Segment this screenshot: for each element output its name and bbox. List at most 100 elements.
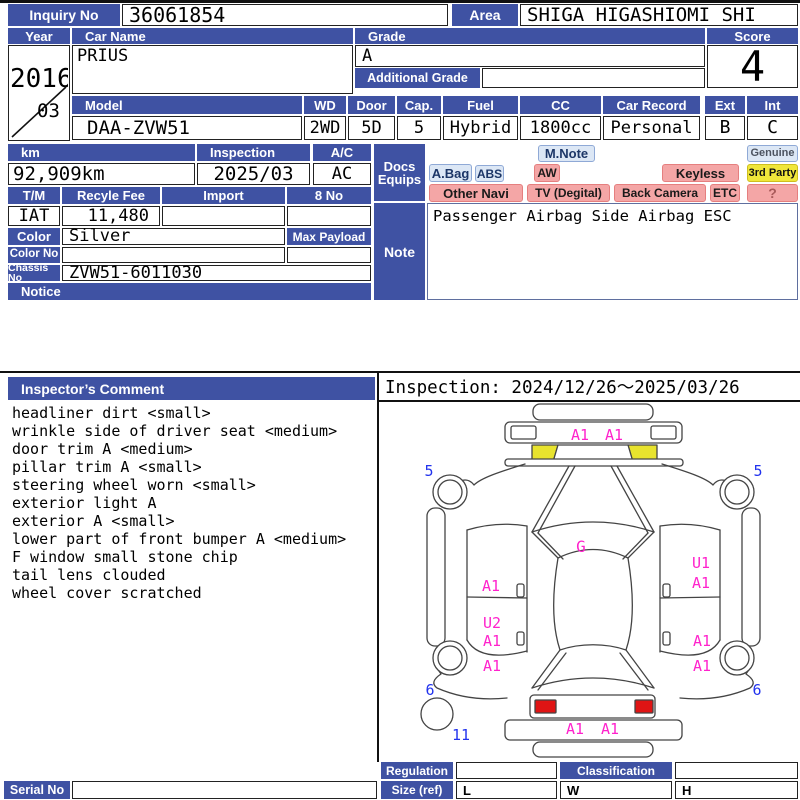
c-pillar-right	[616, 465, 655, 533]
spare-number-label: 11	[452, 726, 470, 744]
auction-sheet: Inquiry No 36061854 Area SHIGA HIGASHIOM…	[0, 0, 800, 800]
model-label: Model	[72, 96, 302, 114]
inspection-value: 2025/03	[197, 163, 310, 185]
glass-band-left	[531, 531, 559, 559]
ext-label: Ext	[705, 96, 745, 114]
comment-line: door trim A <medium>	[12, 440, 193, 458]
right-door-top	[659, 523, 721, 531]
badge-other-navi: Other Navi	[429, 184, 523, 202]
comment-line: lower part of front bumper A <medium>	[12, 530, 347, 548]
size-h-value: H	[675, 781, 798, 799]
area-value: SHIGA HIGASHIOMI SHI	[520, 4, 798, 26]
wheel-number-label: 5	[753, 462, 762, 480]
inspector-comment-list: headliner dirt <small> wrinkle side of d…	[12, 404, 374, 602]
tm-value: IAT	[8, 206, 60, 226]
badge-tv-digital: TV (Degital)	[527, 184, 610, 202]
rear-lamp-left	[510, 425, 537, 440]
chassis-no-value: ZVW51-6011030	[62, 264, 371, 281]
side-sill-left	[426, 507, 446, 647]
damage-label: A1	[483, 632, 501, 650]
note-value: Passenger Airbag Side Airbag ESC	[427, 203, 798, 300]
max-payload-label: Max Payload	[287, 228, 371, 245]
glass-band-bottom	[557, 548, 629, 559]
cc-label: CC	[520, 96, 601, 114]
wheel-number-label: 5	[424, 462, 433, 480]
score-value: 4	[707, 45, 798, 88]
door-value: 5D	[348, 116, 395, 140]
year-value: 2016	[10, 64, 68, 94]
badge-keyless: Keyless	[662, 164, 739, 182]
door-label: Door	[348, 96, 395, 114]
serial-no-label: Serial No	[4, 781, 70, 799]
comment-line: steering wheel worn <small>	[12, 476, 256, 494]
area-label: Area	[452, 4, 518, 26]
inquiry-no-value: 36061854	[122, 4, 448, 26]
classification-value	[675, 762, 798, 779]
front-bumper	[504, 719, 683, 741]
hood-arc	[531, 677, 655, 689]
comment-line: exterior light A	[12, 494, 157, 512]
chassis-no-label: Chassis No	[8, 262, 60, 283]
year-month-graphic: 2016 03	[10, 64, 68, 138]
damage-label: A1	[693, 632, 711, 650]
serial-no-value	[72, 781, 377, 799]
eight-no-value	[287, 206, 371, 226]
ext-value: B	[705, 116, 745, 140]
cap-label: Cap.	[397, 96, 441, 114]
grade-label: Grade	[355, 28, 705, 44]
wheel-bottom-right-inner	[724, 645, 750, 671]
damage-label: G	[576, 537, 586, 556]
side-sill-right	[741, 507, 761, 647]
car-name-value: PRIUS	[72, 45, 353, 94]
wd-label: WD	[304, 96, 346, 114]
badge-unknown: ?	[747, 184, 798, 202]
additional-grade-label: Additional Grade	[355, 68, 480, 88]
fuel-value: Hybrid	[443, 116, 518, 140]
model-value: DAA-ZVW51	[72, 116, 302, 140]
cap-value: 5	[397, 116, 441, 140]
rear-lamp-right	[650, 425, 677, 440]
year-cell: 2016 03	[8, 45, 70, 141]
year-label: Year	[8, 28, 70, 44]
wheel-number-label: 6	[425, 681, 434, 699]
wheel-top-right-inner	[724, 479, 750, 505]
inquiry-no-label: Inquiry No	[8, 4, 120, 26]
damage-label: A1	[483, 657, 501, 675]
classification-label: Classification	[560, 762, 672, 779]
top-border	[0, 0, 800, 3]
damage-label: A1	[601, 720, 619, 738]
right-door-handle-rear	[662, 631, 671, 646]
color-no-label: Color No	[8, 247, 60, 263]
comment-line: F window small stone chip	[12, 548, 238, 566]
import-value	[162, 206, 285, 226]
docs-label: Docs	[383, 158, 416, 174]
comment-line: wrinkle side of driver seat <medium>	[12, 422, 338, 440]
badge-etc: ETC	[710, 184, 740, 202]
color-label: Color	[8, 228, 60, 245]
size-l-value: L	[456, 781, 557, 799]
color-no-value	[62, 247, 285, 263]
size-ref-label: Size (ref)	[381, 781, 453, 799]
inspection-range: Inspection: 2024/12/26～2025/03/26	[385, 377, 740, 398]
int-value: C	[747, 116, 798, 140]
car-name-label: Car Name	[72, 28, 353, 44]
left-door-handle-front	[516, 583, 525, 598]
fuel-label: Fuel	[443, 96, 518, 114]
headlamp-highlight-left	[534, 699, 557, 714]
badge-back-camera: Back Camera	[614, 184, 706, 202]
car-record-label: Car Record	[603, 96, 700, 114]
additional-grade-value	[482, 68, 705, 88]
left-door-top	[466, 523, 528, 531]
badge-a-bag: A.Bag	[429, 164, 472, 182]
headlamp-highlight-right	[634, 699, 654, 714]
damage-label: A1	[692, 574, 710, 592]
grade-value: A	[355, 45, 705, 67]
damage-label: A1	[566, 720, 584, 738]
glass-band-left-inner	[537, 532, 564, 560]
rear-roof-edge	[504, 458, 684, 467]
front-lower-panel	[532, 741, 654, 758]
right-door-handle-front	[662, 583, 671, 598]
inspector-comment-header: Inspector’s Comment	[8, 377, 375, 400]
km-label: km	[8, 144, 195, 161]
damage-label: A1	[482, 577, 500, 595]
